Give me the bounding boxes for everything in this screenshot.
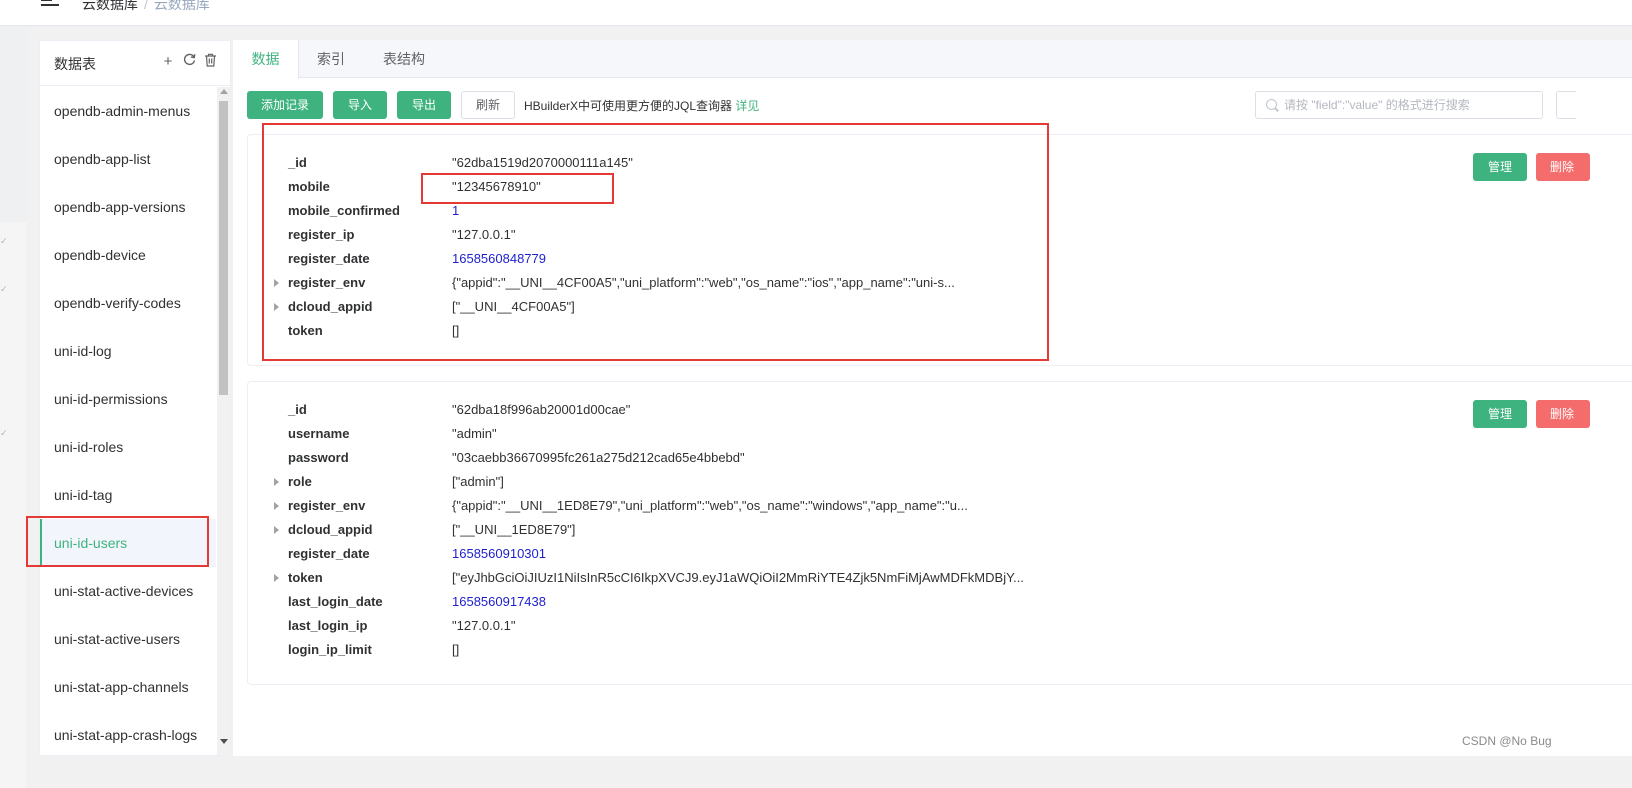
- refresh-icon[interactable]: [181, 53, 197, 71]
- field-key: _id: [288, 402, 307, 417]
- chevron-icon[interactable]: ✓: [0, 428, 10, 438]
- table-item[interactable]: uni-id-tag: [40, 471, 216, 519]
- trash-icon[interactable]: [202, 53, 218, 71]
- record-field: last_login_ip "127.0.0.1": [248, 615, 1248, 639]
- watermark: CSDN @No Bug: [1462, 734, 1552, 748]
- table-item[interactable]: uni-stat-active-devices: [40, 567, 216, 615]
- table-item[interactable]: opendb-verify-codes: [40, 279, 216, 327]
- annotation-box-mobile: [421, 173, 614, 204]
- record-field: username "admin": [248, 423, 1248, 447]
- top-bar: 云数据库 / 云数据库: [0, 0, 1632, 26]
- refresh-button[interactable]: 刷新: [461, 91, 515, 119]
- outer-nav-section: [0, 26, 26, 222]
- tab-bar: 数据 索引 表结构: [233, 40, 1632, 79]
- plus-icon[interactable]: +: [160, 53, 176, 71]
- delete-button[interactable]: 删除: [1536, 153, 1590, 181]
- table-item[interactable]: opendb-device: [40, 231, 216, 279]
- field-value[interactable]: 1658560910301: [452, 546, 546, 561]
- scroll-down-arrow-icon[interactable]: [220, 739, 228, 744]
- tables-scrollbar[interactable]: [217, 87, 230, 755]
- expand-caret-icon[interactable]: [274, 574, 279, 582]
- field-value[interactable]: ["eyJhbGciOiJIUzI1NiIsInR5cCI6IkpXVCJ9.e…: [452, 570, 1024, 585]
- field-key: register_env: [288, 498, 366, 513]
- tab-indexes[interactable]: 索引: [303, 40, 359, 78]
- record-card: _id "62dba18f996ab20001d00cae" username "a…: [247, 381, 1632, 685]
- import-button[interactable]: 导入: [333, 91, 387, 119]
- tables-panel-title: 数据表: [54, 56, 96, 72]
- annotation-box-table: [26, 516, 209, 567]
- jql-tip: HBuilderX中可使用更方便的JQL查询器 详见: [524, 97, 759, 114]
- search-box[interactable]: [1255, 91, 1543, 119]
- record-field: _id "62dba18f996ab20001d00cae": [248, 399, 1248, 423]
- field-key: last_login_ip: [288, 618, 368, 633]
- record-field: last_login_date 1658560917438: [248, 591, 1248, 615]
- record-field: register_date 1658560910301: [248, 543, 1248, 567]
- field-key: username: [288, 426, 350, 441]
- record-field: login_ip_limit []: [248, 639, 1248, 663]
- search-extra-control[interactable]: [1556, 91, 1576, 119]
- expand-caret-icon[interactable]: [274, 478, 279, 486]
- table-item[interactable]: uni-id-log: [40, 327, 216, 375]
- record-field: token ["eyJhbGciOiJIUzI1NiIsInR5cCI6IkpXV…: [248, 567, 1248, 591]
- breadcrumb: 云数据库 / 云数据库: [82, 0, 210, 14]
- field-key: dcloud_appid: [288, 522, 373, 537]
- breadcrumb-separator: /: [144, 0, 148, 12]
- scrollbar-thumb[interactable]: [219, 101, 228, 395]
- manage-button[interactable]: 管理: [1473, 400, 1527, 428]
- outer-nav-strip: ✓ ✓ ✓: [0, 26, 26, 788]
- annotation-box-record: [262, 123, 1049, 361]
- breadcrumb-item-current: 云数据库: [153, 0, 210, 12]
- scroll-up-arrow-icon[interactable]: [220, 89, 228, 94]
- table-item[interactable]: uni-stat-app-crash-logs: [40, 711, 216, 759]
- table-item[interactable]: opendb-admin-menus: [40, 87, 216, 135]
- tables-panel-header: 数据表 +: [40, 41, 230, 86]
- field-value[interactable]: "admin": [452, 426, 497, 441]
- field-value[interactable]: {"appid":"__UNI__1ED8E79","uni_platform"…: [452, 498, 968, 513]
- search-input[interactable]: [1284, 92, 1534, 118]
- table-item[interactable]: uni-stat-active-users: [40, 615, 216, 663]
- tab-data[interactable]: 数据: [233, 40, 299, 79]
- export-button[interactable]: 导出: [397, 91, 451, 119]
- table-item[interactable]: uni-id-permissions: [40, 375, 216, 423]
- field-key: token: [288, 570, 323, 585]
- field-key: login_ip_limit: [288, 642, 372, 657]
- field-value[interactable]: ["admin"]: [452, 474, 504, 489]
- search-icon: [1266, 99, 1277, 110]
- chevron-icon[interactable]: ✓: [0, 236, 10, 246]
- add-record-button[interactable]: 添加记录: [247, 91, 323, 119]
- table-item[interactable]: uni-id-roles: [40, 423, 216, 471]
- field-value[interactable]: []: [452, 642, 459, 657]
- tables-panel: 数据表 + opendb-admin-menus opendb-app-list…: [39, 40, 231, 756]
- tab-schema[interactable]: 表结构: [369, 40, 439, 78]
- field-value[interactable]: ["__UNI__1ED8E79"]: [452, 522, 575, 537]
- manage-button[interactable]: 管理: [1473, 153, 1527, 181]
- record-field: role ["admin"]: [248, 471, 1248, 495]
- field-key: last_login_date: [288, 594, 383, 609]
- chevron-icon[interactable]: ✓: [0, 284, 10, 294]
- expand-caret-icon[interactable]: [274, 502, 279, 510]
- record-field: register_env {"appid":"__UNI__1ED8E79","u…: [248, 495, 1248, 519]
- field-value[interactable]: "62dba18f996ab20001d00cae": [452, 402, 630, 417]
- field-key: password: [288, 450, 349, 465]
- field-value[interactable]: "127.0.0.1": [452, 618, 515, 633]
- table-item[interactable]: opendb-app-versions: [40, 183, 216, 231]
- breadcrumb-item[interactable]: 云数据库: [82, 0, 138, 12]
- table-item[interactable]: uni-stat-app-channels: [40, 663, 216, 711]
- field-value[interactable]: 1658560917438: [452, 594, 546, 609]
- field-key: register_date: [288, 546, 370, 561]
- record-field: password "03caebb36670995fc261a275d212cad…: [248, 447, 1248, 471]
- field-value[interactable]: "03caebb36670995fc261a275d212cad65e4bbeb…: [452, 450, 745, 465]
- expand-caret-icon[interactable]: [274, 526, 279, 534]
- jql-tip-text: HBuilderX中可使用更方便的JQL查询器: [524, 99, 733, 113]
- jql-tip-link[interactable]: 详见: [735, 99, 759, 113]
- record-field: dcloud_appid ["__UNI__1ED8E79"]: [248, 519, 1248, 543]
- table-item[interactable]: opendb-app-list: [40, 135, 216, 183]
- delete-button[interactable]: 删除: [1536, 400, 1590, 428]
- field-key: role: [288, 474, 312, 489]
- menu-collapse-icon[interactable]: [41, 0, 59, 8]
